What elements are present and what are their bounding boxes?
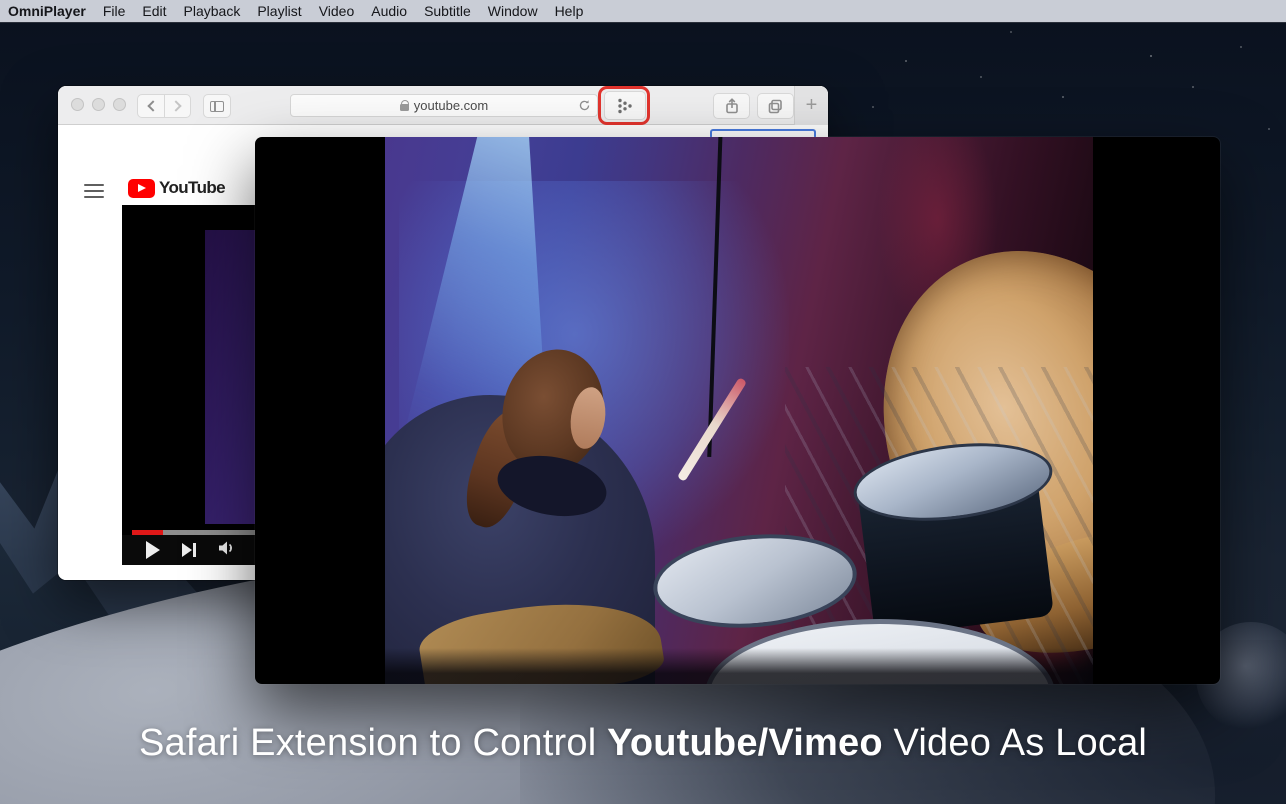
- caption-text: Safari Extension to Control Youtube/Vime…: [0, 722, 1286, 765]
- back-button[interactable]: [138, 95, 164, 117]
- close-window-button[interactable]: [71, 98, 84, 111]
- menu-item-subtitle[interactable]: Subtitle: [424, 3, 471, 19]
- play-button[interactable]: [146, 541, 160, 559]
- menu-item-window[interactable]: Window: [488, 3, 538, 19]
- navigation-buttons: [137, 94, 191, 118]
- plus-icon: +: [806, 94, 818, 117]
- tab-overview-button[interactable]: [757, 93, 794, 119]
- youtube-logo[interactable]: YouTube: [128, 178, 225, 198]
- new-tab-button[interactable]: +: [794, 86, 828, 125]
- menu-item-video[interactable]: Video: [319, 3, 355, 19]
- menu-item-edit[interactable]: Edit: [142, 3, 166, 19]
- tab-overview-icon: [768, 99, 783, 114]
- omniplayer-extension-icon: [615, 96, 635, 116]
- zoom-window-button[interactable]: [113, 98, 126, 111]
- forward-icon: [170, 100, 181, 111]
- safari-toolbar: youtube.com: [58, 86, 828, 125]
- sidebar-button[interactable]: [203, 94, 231, 118]
- reload-button[interactable]: [578, 99, 591, 112]
- floor-shadow: [385, 648, 1093, 684]
- address-url: youtube.com: [414, 98, 488, 113]
- menu-app-name[interactable]: OmniPlayer: [8, 3, 86, 19]
- youtube-wordmark: YouTube: [159, 178, 225, 198]
- minimize-window-button[interactable]: [92, 98, 105, 111]
- lock-icon: [400, 104, 409, 111]
- omniplayer-window[interactable]: [255, 137, 1220, 684]
- youtube-play-icon: [128, 179, 155, 198]
- menu-item-file[interactable]: File: [103, 3, 126, 19]
- next-icon: [182, 543, 192, 557]
- menu-item-playlist[interactable]: Playlist: [257, 3, 301, 19]
- video-frame-drummer: [385, 137, 1093, 684]
- menu-bar: OmniPlayer File Edit Playback Playlist V…: [0, 0, 1286, 23]
- share-icon: [725, 98, 739, 114]
- volume-button[interactable]: [218, 540, 236, 561]
- sidebar-icon: [210, 101, 224, 112]
- menu-item-playback[interactable]: Playback: [184, 3, 241, 19]
- menu-item-help[interactable]: Help: [555, 3, 584, 19]
- share-button[interactable]: [713, 93, 750, 119]
- forward-button[interactable]: [164, 95, 190, 117]
- back-icon: [147, 100, 158, 111]
- omniplayer-extension-button[interactable]: [604, 91, 646, 120]
- menu-item-audio[interactable]: Audio: [371, 3, 407, 19]
- volume-icon: [218, 540, 236, 556]
- address-bar[interactable]: youtube.com: [290, 94, 598, 117]
- hamburger-menu-button[interactable]: [84, 184, 104, 198]
- next-button[interactable]: [182, 543, 196, 557]
- reload-icon: [578, 99, 591, 112]
